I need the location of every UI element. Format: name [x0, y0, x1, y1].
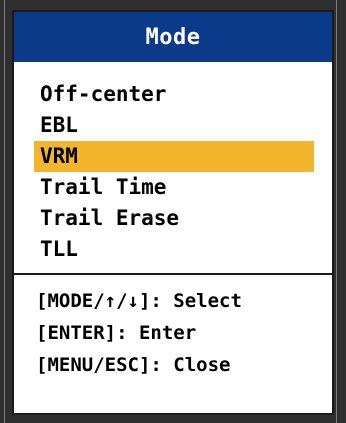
menu-item-off-center[interactable]: Off-center: [14, 79, 314, 110]
key-hints: [MODE/↑/↓]: Select [ENTER]: Enter [MENU/…: [14, 275, 332, 381]
hint-enter: [ENTER]: Enter: [36, 322, 197, 344]
menu-item-ebl[interactable]: EBL: [14, 110, 314, 141]
menu-item-list: Off-center EBL VRM Trail Time Trail Eras…: [14, 62, 332, 265]
menu-item-trail-time[interactable]: Trail Time: [14, 172, 314, 203]
radar-display-background: Mode Off-center EBL VRM Trail Time Trail…: [0, 0, 346, 423]
menu-item-vrm[interactable]: VRM: [34, 141, 314, 172]
hint-select: [MODE/↑/↓]: Select: [36, 290, 242, 312]
background-line: [336, 0, 337, 423]
menu-title: Mode: [14, 12, 332, 62]
menu-item-tll[interactable]: TLL: [14, 234, 314, 265]
background-line: [4, 0, 5, 423]
hint-close: [MENU/ESC]: Close: [36, 354, 231, 376]
menu-item-trail-erase[interactable]: Trail Erase: [14, 203, 314, 234]
mode-menu-dialog: Mode Off-center EBL VRM Trail Time Trail…: [12, 10, 334, 415]
